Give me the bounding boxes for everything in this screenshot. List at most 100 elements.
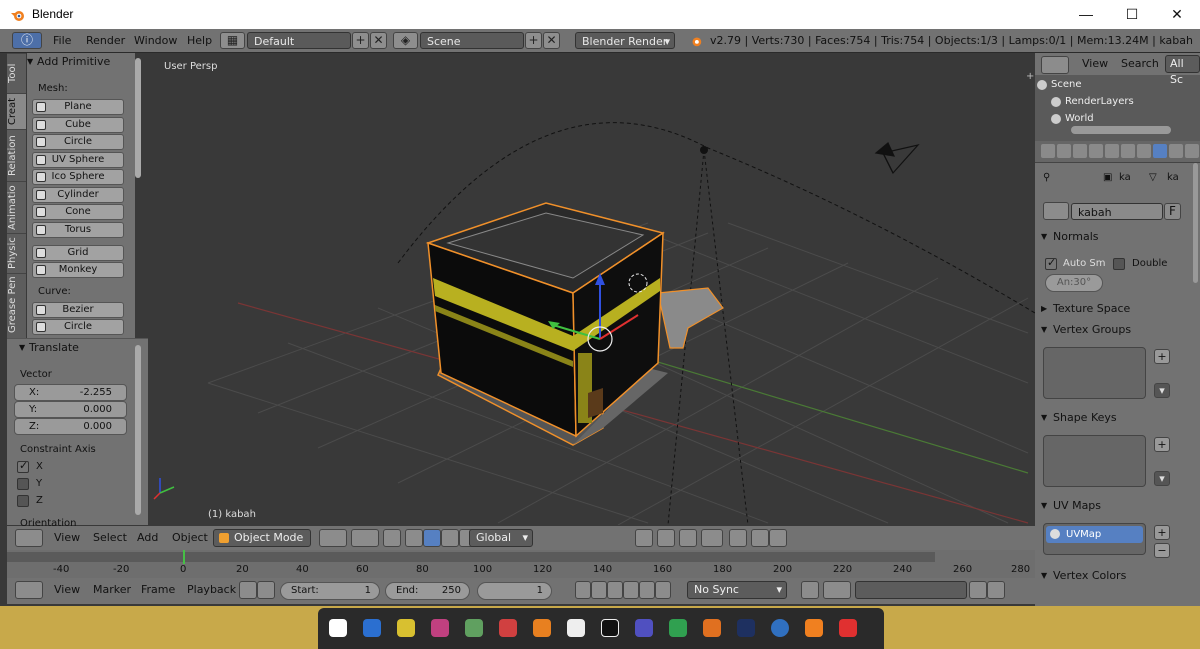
timeline-menu-frame[interactable]: Frame [141, 578, 175, 602]
menu-view[interactable]: View [54, 526, 80, 550]
start-frame-field[interactable]: Start: 1 [280, 582, 380, 600]
blender-task-icon[interactable] [771, 619, 789, 637]
launcher-icon[interactable] [329, 619, 347, 637]
vertex-colors-section[interactable]: Vertex Colors [1041, 567, 1173, 585]
normals-section[interactable]: Normals [1041, 228, 1173, 246]
end-frame-field[interactable]: End: 250 [385, 582, 470, 600]
keying-set-field[interactable] [855, 581, 967, 599]
snap-icon[interactable] [679, 529, 697, 547]
timeline[interactable]: -40 -20 0 20 40 60 80 100 120 140 160 18… [7, 550, 1035, 578]
uv-maps-list[interactable]: UVMap [1043, 523, 1146, 555]
outliner-scrollbar[interactable] [1071, 126, 1171, 134]
proportional-edit-icon[interactable] [657, 529, 675, 547]
minimize-button[interactable]: — [1063, 0, 1109, 29]
vertex-groups-list[interactable] [1043, 347, 1146, 399]
uv-map-item[interactable]: UVMap [1046, 526, 1143, 543]
shape-key-menu-button[interactable]: ▾ [1154, 471, 1170, 486]
tab-relation[interactable]: Relation [7, 129, 26, 181]
vertex-groups-section[interactable]: Vertex Groups [1041, 321, 1173, 339]
outliner-item-world[interactable]: World [1049, 110, 1094, 127]
add-layout-button[interactable]: + [352, 32, 369, 49]
vlc-icon[interactable] [805, 619, 823, 637]
viewport-shading-icon[interactable] [351, 529, 379, 547]
chess-icon[interactable] [465, 619, 483, 637]
screen-layout-icon[interactable]: ▦ [220, 32, 245, 49]
photoshop-icon[interactable] [737, 619, 755, 637]
transform-orientation-dropdown[interactable]: Global ▾ [469, 529, 533, 547]
add-bezier-button[interactable]: Bezier [32, 302, 124, 318]
add-cone-button[interactable]: Cone [32, 204, 124, 220]
constraint-y-checkbox[interactable] [17, 478, 29, 490]
screen-layout-field[interactable]: Default [247, 32, 351, 49]
auto-smooth-angle-field[interactable]: An:30° [1045, 274, 1103, 292]
menu-render[interactable]: Render [86, 29, 125, 53]
opengl-animation-icon[interactable] [769, 529, 787, 547]
timeline-menu-marker[interactable]: Marker [93, 578, 131, 602]
outliner-item-scene[interactable]: Scene [1035, 76, 1082, 93]
operator-scrollbar[interactable] [135, 345, 141, 515]
pivot-point-icon[interactable] [319, 529, 347, 547]
object-mode-dropdown[interactable]: Object Mode [213, 529, 311, 547]
render-preview-icon[interactable] [729, 529, 747, 547]
add-vertex-group-button[interactable]: + [1154, 349, 1170, 364]
pen-icon[interactable] [635, 619, 653, 637]
tab-animation[interactable]: Animatio [7, 181, 26, 233]
menu-help[interactable]: Help [187, 29, 212, 53]
add-grid-button[interactable]: Grid [32, 245, 124, 261]
shape-keys-section[interactable]: Shape Keys [1041, 409, 1173, 427]
uv-maps-section[interactable]: UV Maps [1041, 497, 1173, 515]
tab-tool[interactable]: Tool [7, 53, 26, 93]
manipulator-toggle-icon[interactable] [383, 529, 401, 547]
rotate-manipulator-icon[interactable] [441, 529, 459, 547]
editor-type-timeline-icon[interactable] [15, 581, 43, 599]
inkscape-icon[interactable] [567, 619, 585, 637]
translate-manipulator-icon[interactable] [423, 529, 441, 547]
editor-type-3d-icon[interactable] [15, 529, 43, 547]
render-tab-icon[interactable] [1041, 144, 1055, 158]
add-cylinder-button[interactable]: Cylinder [32, 186, 124, 203]
vector-z-field[interactable]: Z: 0.000 [14, 418, 127, 435]
translate-header[interactable]: Translate [19, 339, 129, 357]
insert-keyframe-icon[interactable] [969, 581, 987, 599]
play-icon[interactable] [623, 581, 639, 599]
snap-element-icon[interactable] [701, 529, 723, 547]
tab-grease-pencil[interactable]: Grease Pen [7, 273, 26, 335]
add-cube-button[interactable]: Cube [32, 116, 124, 133]
cube-app-icon[interactable] [669, 619, 687, 637]
editor-type-info-icon[interactable]: ⓘ [12, 32, 42, 49]
add-uv-sphere-button[interactable]: UV Sphere [32, 151, 124, 168]
auto-smooth-checkbox[interactable]: ✓ [1045, 256, 1057, 270]
add-primitive-header[interactable]: Add Primitive [27, 53, 135, 71]
menu-object[interactable]: Object [172, 526, 208, 550]
manipulator-pivot-icon[interactable] [405, 529, 423, 547]
close-window-button[interactable]: ✕ [1154, 0, 1200, 29]
pin-icon[interactable]: ⚲ [1043, 172, 1050, 183]
trash-icon[interactable] [839, 619, 857, 637]
delete-keyframe-icon[interactable] [987, 581, 1005, 599]
play-reverse-icon[interactable] [607, 581, 623, 599]
constraint-x-checkbox[interactable]: ✓ [17, 459, 29, 473]
remove-scene-button[interactable]: ✕ [543, 32, 560, 49]
render-engine-dropdown[interactable]: Blender Render ▾ [575, 32, 675, 49]
object-tab-icon[interactable] [1105, 144, 1119, 158]
outliner-menu-view[interactable]: View [1082, 53, 1108, 75]
menu-select[interactable]: Select [93, 526, 127, 550]
mesh-browse-icon[interactable] [1043, 202, 1069, 220]
outliner-item-renderlayers[interactable]: RenderLayers [1049, 93, 1134, 110]
texture-tab-icon[interactable] [1185, 144, 1199, 158]
menu-file[interactable]: File [53, 29, 71, 53]
vertex-group-menu-button[interactable]: ▾ [1154, 383, 1170, 398]
add-uv-map-button[interactable]: + [1154, 525, 1170, 540]
sync-mode-dropdown[interactable]: No Sync ▾ [687, 581, 787, 599]
editor-type-outliner-icon[interactable] [1041, 56, 1069, 74]
mesh-name-field[interactable]: kabah [1071, 203, 1163, 220]
outliner-menu-search[interactable]: Search [1121, 53, 1159, 75]
material-tab-icon[interactable] [1169, 144, 1183, 158]
folder-icon[interactable] [533, 619, 551, 637]
remove-uv-map-button[interactable]: − [1154, 543, 1170, 558]
vector-y-field[interactable]: Y: 0.000 [14, 401, 127, 418]
scene-icon[interactable]: ◈ [393, 32, 418, 49]
double-sided-checkbox[interactable] [1113, 258, 1125, 270]
remove-layout-button[interactable]: ✕ [370, 32, 387, 49]
torch-icon[interactable] [703, 619, 721, 637]
